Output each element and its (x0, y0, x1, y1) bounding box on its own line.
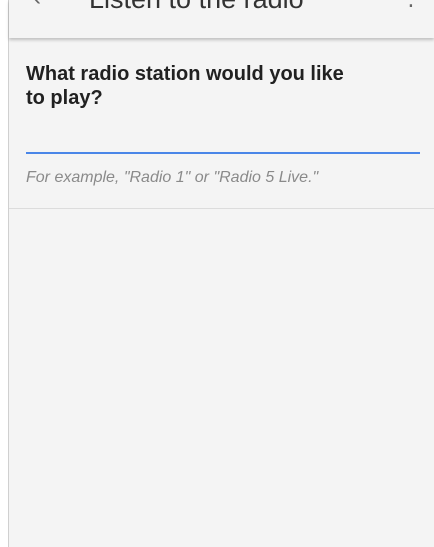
empty-area (9, 209, 434, 547)
app-screen: ‹ Listen to the radio ⋮ What radio stati… (9, 0, 434, 547)
question-prompt: What radio station would you like to pla… (26, 63, 344, 109)
app-bar: ‹ Listen to the radio ⋮ (9, 0, 434, 38)
more-vert-icon[interactable]: ⋮ (400, 0, 422, 10)
arrow-back-icon[interactable]: ‹ (33, 0, 41, 10)
radio-station-input[interactable] (26, 142, 420, 154)
app-bar-title: Listen to the radio (89, 0, 304, 14)
screenshot-frame: ‹ Listen to the radio ⋮ What radio stati… (0, 0, 434, 547)
form-section: What radio station would you like to pla… (9, 38, 434, 209)
example-hint: For example, "Radio 1" or "Radio 5 Live.… (26, 169, 319, 186)
